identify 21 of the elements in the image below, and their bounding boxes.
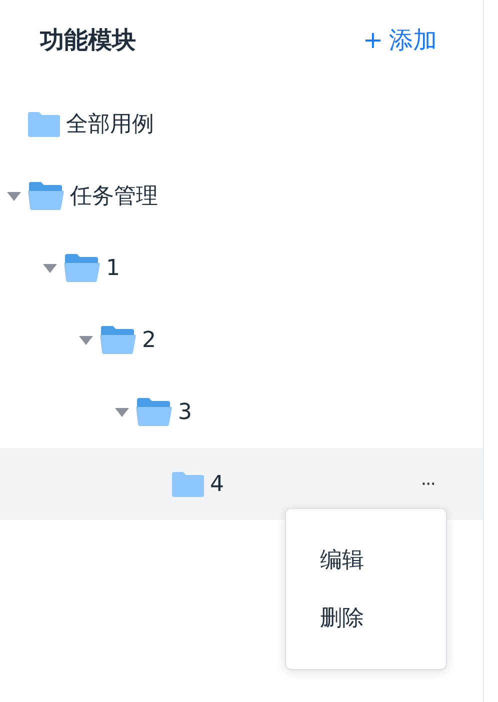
tree-item[interactable]: 3 — [0, 376, 483, 448]
open-folder-icon — [28, 182, 64, 210]
folder-icon — [172, 471, 204, 497]
open-folder-icon — [136, 398, 172, 426]
folder-icon — [28, 111, 60, 137]
more-icon[interactable]: ··· — [420, 474, 435, 494]
tree-item[interactable]: 4 ··· — [0, 448, 483, 520]
caret-icon[interactable] — [79, 336, 93, 344]
panel-title: 功能模块 — [40, 25, 136, 56]
add-button[interactable]: + 添加 — [362, 24, 437, 56]
tree-item[interactable]: 1 — [0, 232, 483, 304]
caret-icon[interactable] — [115, 408, 129, 416]
tree-item[interactable]: 全部用例 — [0, 88, 483, 160]
caret-icon[interactable] — [7, 192, 21, 200]
tree-item[interactable]: 任务管理 — [0, 160, 483, 232]
menu-item[interactable]: 编辑 — [320, 545, 446, 575]
open-folder-icon — [100, 326, 136, 354]
open-folder-icon — [64, 254, 100, 282]
menu-item[interactable]: 删除 — [320, 603, 446, 633]
tree-item[interactable]: 2 — [0, 304, 483, 376]
caret-icon[interactable] — [43, 264, 57, 272]
